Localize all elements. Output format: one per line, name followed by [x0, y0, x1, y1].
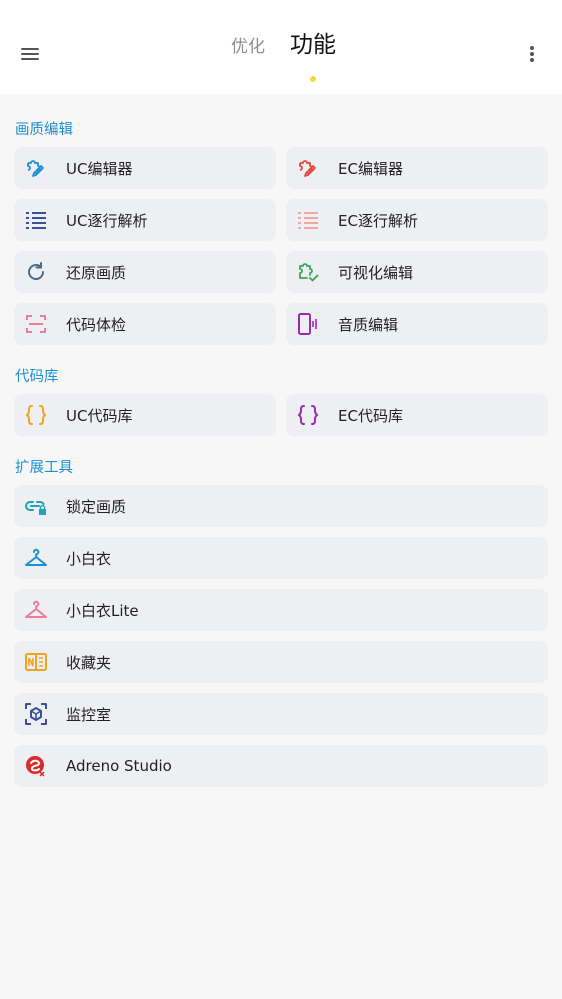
card-label: UC逐行解析 [66, 211, 148, 230]
app-bar: 优化 功能 [0, 0, 562, 94]
card-label: EC逐行解析 [338, 211, 418, 230]
tab-optimize[interactable]: 优化 [231, 32, 265, 57]
phone-vibrate-icon [296, 312, 320, 336]
card-label: EC编辑器 [338, 159, 403, 178]
tab-indicator [310, 76, 316, 82]
tab-features[interactable]: 功能 [290, 25, 336, 59]
list-icon [296, 208, 320, 232]
scan-icon [24, 312, 48, 336]
visual-edit-button[interactable]: 可视化编辑 [286, 251, 548, 293]
adreno-logo-icon [24, 754, 48, 778]
card-label: 还原画质 [66, 263, 127, 282]
ec-editor-button[interactable]: EC编辑器 [286, 147, 548, 189]
ec-line-parse-button[interactable]: EC逐行解析 [286, 199, 548, 241]
section-title-code-library: 代码库 [15, 369, 59, 385]
card-label: 监控室 [66, 705, 112, 724]
list-icon [24, 208, 48, 232]
more-vertical-icon[interactable] [516, 38, 548, 70]
hanger-icon [24, 546, 48, 570]
puzzle-check-icon [296, 260, 320, 284]
cube-scan-icon [24, 702, 48, 726]
hanger-icon [24, 598, 48, 622]
braces-icon [24, 403, 48, 427]
card-label: UC编辑器 [66, 159, 133, 178]
card-label: 小白衣Lite [66, 601, 139, 620]
puzzle-edit-icon [24, 156, 48, 180]
card-label: 收藏夹 [66, 653, 112, 672]
audio-edit-button[interactable]: 音质编辑 [286, 303, 548, 345]
monitor-room-button[interactable]: 监控室 [14, 693, 548, 735]
link-lock-icon [24, 494, 48, 518]
section-title-extension-tools: 扩展工具 [15, 460, 73, 476]
card-label: 代码体检 [66, 315, 127, 334]
notebook-icon [24, 650, 48, 674]
card-label: 小白衣 [66, 549, 112, 568]
favorites-button[interactable]: 收藏夹 [14, 641, 548, 683]
refresh-icon [24, 260, 48, 284]
restore-quality-button[interactable]: 还原画质 [14, 251, 276, 293]
puzzle-edit-icon [296, 156, 320, 180]
code-check-button[interactable]: 代码体检 [14, 303, 276, 345]
uc-line-parse-button[interactable]: UC逐行解析 [14, 199, 276, 241]
card-label: EC代码库 [338, 406, 403, 425]
adreno-studio-button[interactable]: Adreno Studio [14, 745, 548, 787]
card-label: UC代码库 [66, 406, 133, 425]
section-title-image-editing: 画质编辑 [15, 122, 73, 138]
card-label: 可视化编辑 [338, 263, 414, 282]
card-label: 音质编辑 [338, 315, 399, 334]
xiaobaiyi-lite-button[interactable]: 小白衣Lite [14, 589, 548, 631]
ec-code-library-button[interactable]: EC代码库 [286, 394, 548, 436]
card-label: 锁定画质 [66, 497, 127, 516]
uc-editor-button[interactable]: UC编辑器 [14, 147, 276, 189]
lock-quality-button[interactable]: 锁定画质 [14, 485, 548, 527]
hamburger-menu-icon[interactable] [14, 38, 46, 70]
card-label: Adreno Studio [66, 757, 172, 775]
xiaobaiyi-button[interactable]: 小白衣 [14, 537, 548, 579]
braces-icon [296, 403, 320, 427]
uc-code-library-button[interactable]: UC代码库 [14, 394, 276, 436]
